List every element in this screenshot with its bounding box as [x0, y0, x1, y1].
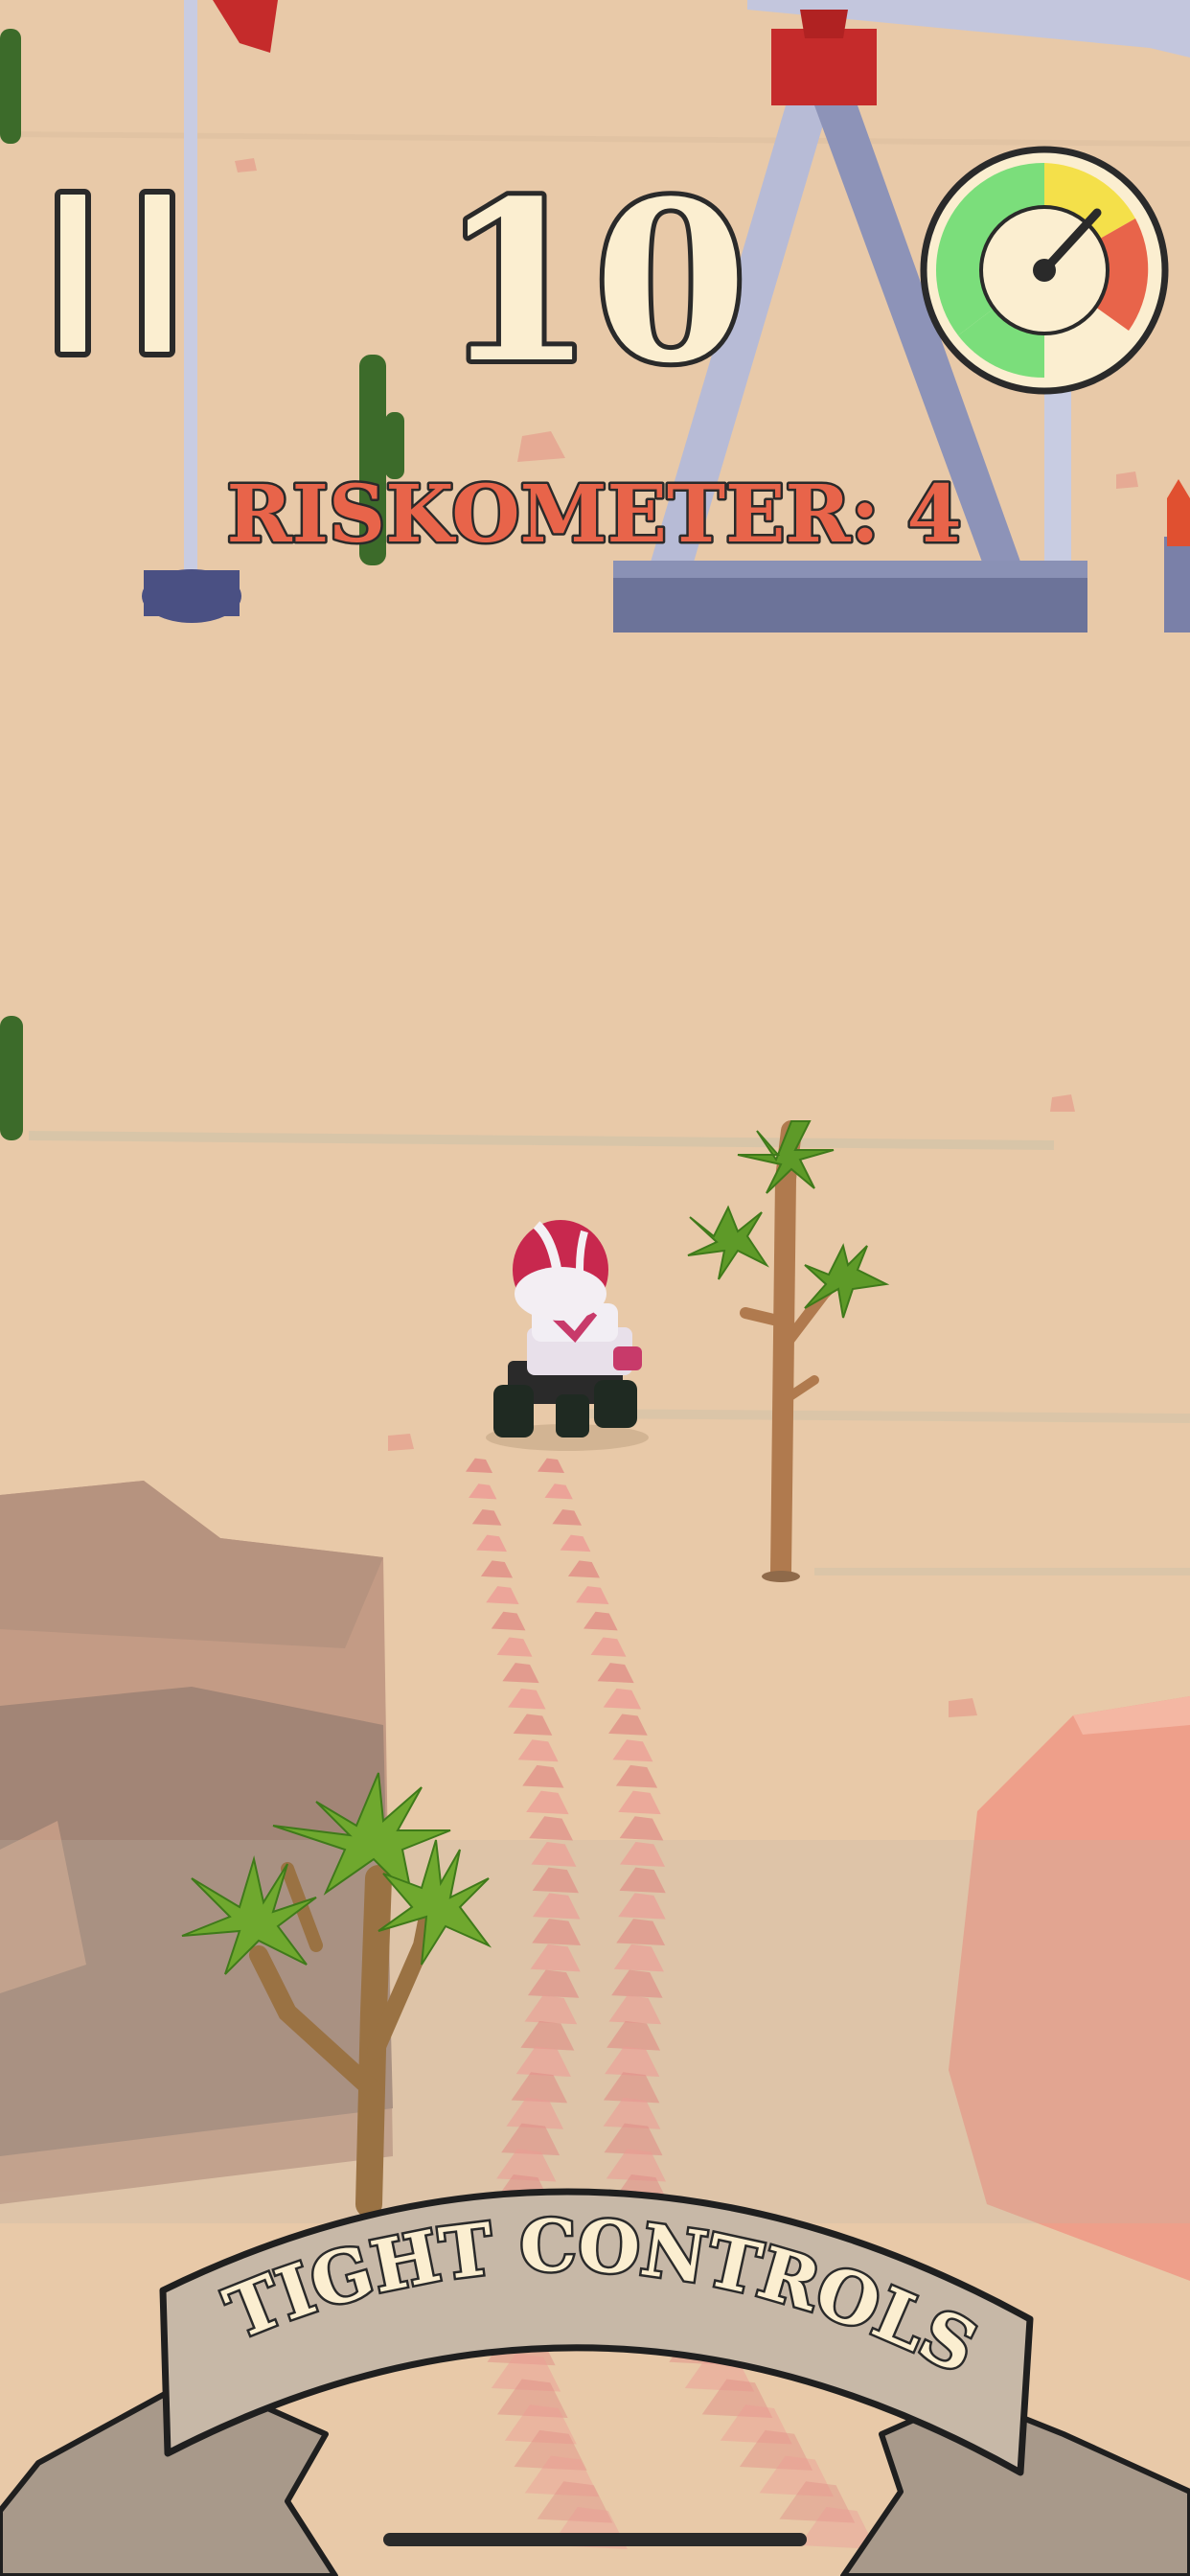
rock: [388, 1434, 414, 1451]
speedometer-gauge-icon: [920, 146, 1169, 395]
sand-ridge: [574, 1409, 1190, 1423]
shadow-band: [0, 1840, 1190, 2223]
rock: [949, 1698, 977, 1717]
home-indicator[interactable]: [383, 2533, 807, 2546]
riskometer-label: RISKOMETER: 4: [226, 469, 961, 561]
score-counter: 10: [441, 153, 747, 412]
cactus: [0, 29, 21, 144]
cactus: [0, 1016, 23, 1140]
pause-icon: [55, 189, 91, 357]
rock: [1116, 472, 1138, 489]
pause-icon: [139, 189, 175, 357]
game-scene: 10 RISKOMETER: 4 TIGHT CONTROLS: [0, 0, 1190, 2576]
